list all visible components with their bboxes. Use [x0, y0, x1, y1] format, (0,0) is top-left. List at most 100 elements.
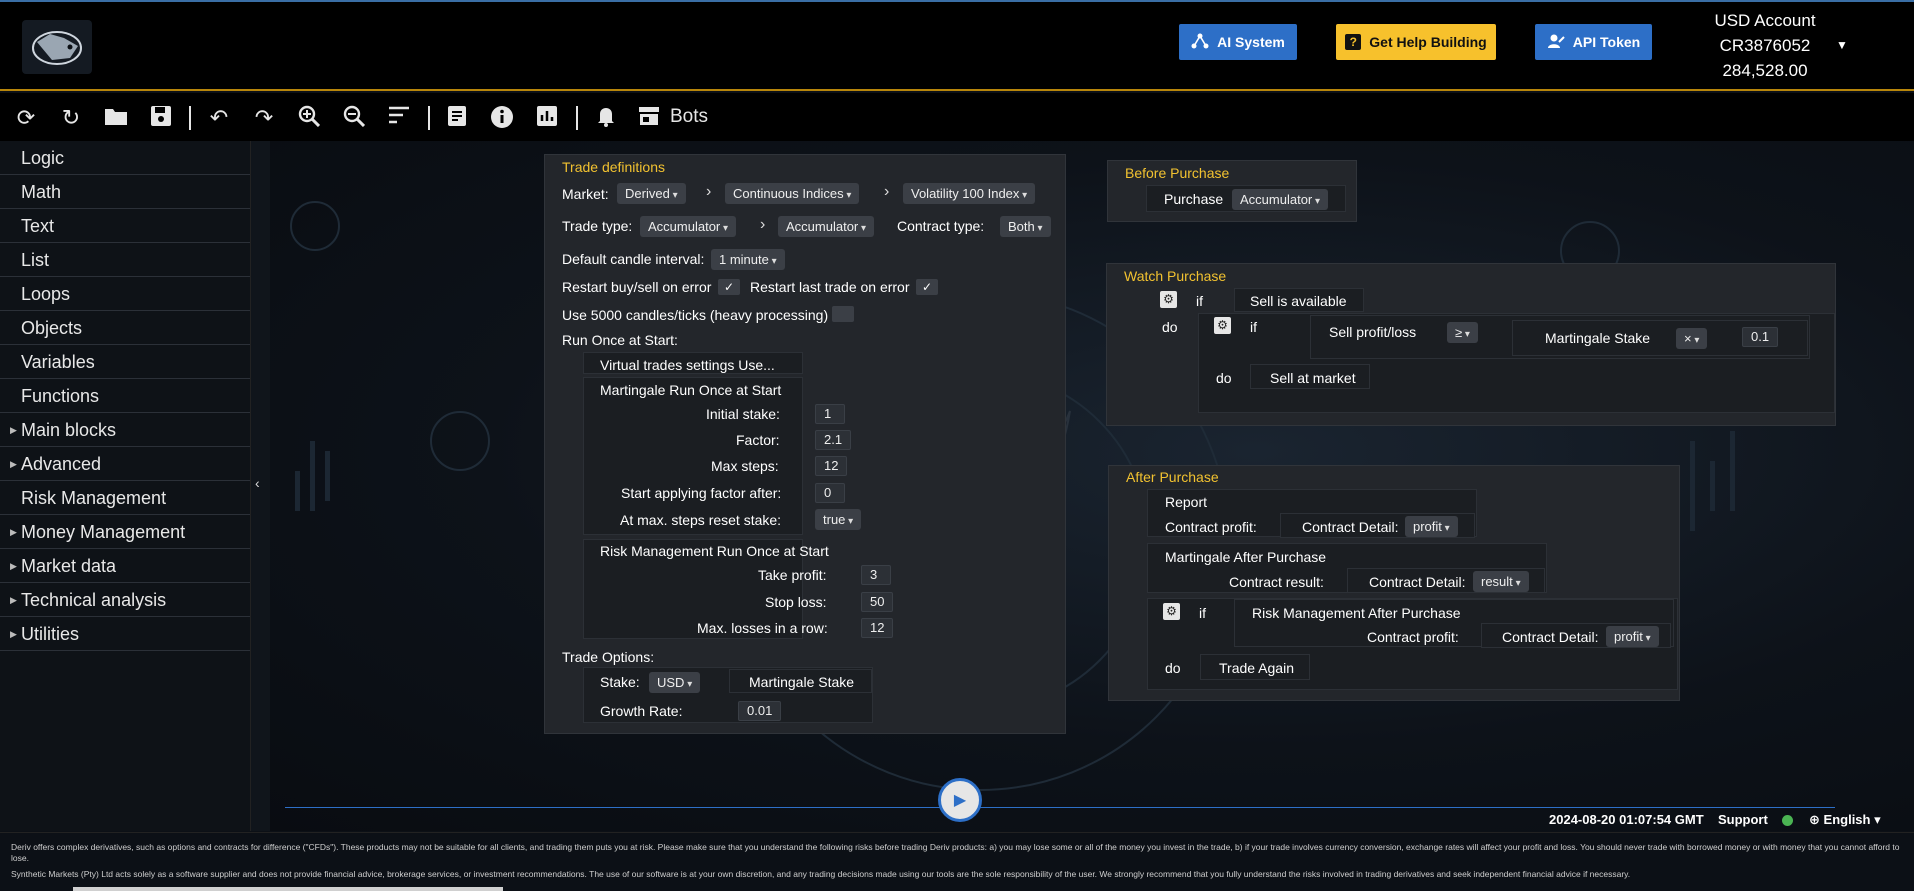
max-losses-input[interactable]: 12 — [861, 618, 894, 638]
after-purchase-title: After Purchase — [1126, 469, 1219, 485]
growth-rate-input[interactable]: 0.01 — [738, 701, 782, 721]
brand-logo[interactable] — [22, 20, 92, 74]
journal-icon[interactable] — [444, 105, 470, 131]
bots-label[interactable]: Bots — [670, 106, 708, 128]
at-max-steps-dropdown[interactable]: true — [815, 509, 862, 530]
trade-type-category-dropdown[interactable]: Accumulator — [640, 216, 737, 237]
save-icon[interactable] — [148, 105, 174, 131]
max-losses-label: Max. losses in a row: — [697, 620, 828, 636]
notification-bell-icon[interactable] — [593, 105, 619, 131]
multiplier-input[interactable]: 0.1 — [1742, 327, 1779, 347]
sidebar-item-utilities[interactable]: ▶ Utilities — [0, 617, 250, 651]
sell-at-market-label: Sell at market — [1270, 370, 1356, 386]
math-operator-dropdown[interactable]: × — [1676, 328, 1708, 349]
redo-icon[interactable]: ↷ — [251, 105, 277, 131]
sidebar-item-advanced[interactable]: ▶ Advanced — [0, 447, 250, 481]
candle-decoration — [1730, 431, 1735, 511]
sidebar-item-label: List — [21, 250, 50, 270]
horizontal-scrollbar[interactable] — [73, 887, 503, 891]
account-info[interactable]: USD Account CR3876052 284,528.00 — [1680, 8, 1850, 83]
dollar-coin-watermark — [290, 201, 340, 251]
reset-icon[interactable]: ⟳ — [13, 105, 39, 131]
network-icon — [1191, 33, 1209, 52]
disclaimer-text-1: Deriv offers complex derivatives, such a… — [11, 842, 1900, 863]
get-help-label: Get Help Building — [1369, 34, 1487, 50]
contract-type-dropdown[interactable]: Both — [1000, 216, 1051, 237]
sidebar-item-logic[interactable]: Logic — [0, 141, 250, 175]
use-5000-candles-checkbox[interactable] — [832, 306, 854, 322]
chevron-right-icon: › — [884, 183, 890, 200]
martingale-after-label: Martingale After Purchase — [1165, 549, 1327, 565]
toolbar-separator — [189, 106, 191, 130]
gear-icon[interactable]: ⚙ — [1160, 291, 1177, 308]
stop-loss-input[interactable]: 50 — [861, 592, 894, 612]
start-applying-input[interactable]: 0 — [815, 483, 845, 503]
contract-result-label: Contract result: — [1229, 574, 1324, 590]
candle-interval-dropdown[interactable]: 1 minute — [711, 249, 785, 270]
contract-result-dropdown[interactable]: result — [1473, 571, 1529, 592]
api-token-button[interactable]: API Token — [1535, 24, 1652, 60]
folder-icon[interactable] — [103, 105, 129, 131]
sidebar-item-loops[interactable]: Loops — [0, 277, 250, 311]
store-icon[interactable] — [636, 105, 662, 131]
run-bot-button[interactable]: ▶ — [938, 778, 982, 822]
sidebar-item-variables[interactable]: Variables — [0, 345, 250, 379]
stake-currency-dropdown[interactable]: USD — [649, 672, 701, 693]
sidebar-item-label: Utilities — [21, 624, 80, 644]
trade-again-label: Trade Again — [1219, 660, 1294, 676]
risk-management-title: Risk Management Run Once at Start — [600, 543, 829, 559]
restart-last-trade-checkbox[interactable]: ✓ — [916, 279, 938, 295]
account-dropdown-icon[interactable]: ▼ — [1836, 38, 1848, 52]
sidebar-item-objects[interactable]: Objects — [0, 311, 250, 345]
take-profit-input[interactable]: 3 — [861, 565, 891, 585]
sidebar-item-math[interactable]: Math — [0, 175, 250, 209]
trade-type-dropdown[interactable]: Accumulator — [778, 216, 875, 237]
gear-icon[interactable]: ⚙ — [1163, 603, 1180, 620]
chart-icon[interactable] — [534, 105, 560, 131]
symbol-dropdown[interactable]: Volatility 100 Index — [903, 183, 1036, 204]
chevron-left-icon: ‹ — [255, 475, 260, 491]
sidebar-item-technical-analysis[interactable]: ▶ Technical analysis — [0, 583, 250, 617]
stake-value: Martingale Stake — [749, 674, 855, 690]
stake-label: Stake: — [600, 674, 640, 690]
run-progress-line — [285, 807, 1835, 808]
sidebar-item-label: Text — [21, 216, 55, 236]
sidebar-item-risk-management[interactable]: Risk Management — [0, 481, 250, 515]
sidebar-item-market-data[interactable]: ▶ Market data — [0, 549, 250, 583]
ai-system-button[interactable]: AI System — [1179, 24, 1297, 60]
factor-input[interactable]: 2.1 — [815, 430, 852, 450]
purchase-type-dropdown[interactable]: Accumulator — [1232, 189, 1329, 210]
gear-icon[interactable]: ⚙ — [1214, 317, 1231, 334]
info-icon[interactable] — [489, 105, 515, 131]
block-category-sidebar: Logic Math Text List Loops Objects Variables Fu… — [0, 141, 250, 831]
contract-profit-detail-dropdown[interactable]: profit — [1606, 626, 1659, 647]
undo-icon[interactable]: ↶ — [206, 105, 232, 131]
sort-blocks-icon[interactable]: ↻ — [58, 105, 84, 131]
sort-icon[interactable] — [386, 105, 412, 131]
restart-buy-sell-checkbox[interactable]: ✓ — [718, 279, 740, 295]
sidebar-item-functions[interactable]: Functions — [0, 379, 250, 413]
zoom-in-icon[interactable] — [296, 105, 322, 131]
language-selector[interactable]: ⊕ English ▾ — [1809, 812, 1881, 828]
submarket-dropdown[interactable]: Continuous Indices — [725, 183, 860, 204]
max-steps-input[interactable]: 12 — [815, 456, 848, 476]
sidebar-item-money-management[interactable]: ▶ Money Management — [0, 515, 250, 549]
candle-decoration — [1690, 441, 1695, 531]
operator-dropdown[interactable]: ≥ — [1447, 322, 1478, 343]
get-help-button[interactable]: ? Get Help Building — [1336, 24, 1496, 60]
initial-stake-input[interactable]: 1 — [815, 404, 845, 424]
sidebar-item-text[interactable]: Text — [0, 209, 250, 243]
sidebar-collapse-handle[interactable]: ‹ — [250, 141, 270, 831]
contract-detail-dropdown[interactable]: profit — [1405, 516, 1458, 537]
toolbar-separator — [428, 106, 430, 130]
sidebar-item-main-blocks[interactable]: ▶ Main blocks — [0, 413, 250, 447]
support-link[interactable]: Support — [1718, 812, 1768, 827]
watch-purchase-title: Watch Purchase — [1124, 268, 1227, 284]
zoom-out-icon[interactable] — [341, 105, 367, 131]
market-dropdown[interactable]: Derived — [617, 183, 686, 204]
language-label: English — [1823, 812, 1871, 827]
if-label: if — [1199, 605, 1206, 621]
growth-rate-label: Growth Rate: — [600, 703, 683, 719]
expand-triangle-icon: ▶ — [10, 561, 17, 571]
sidebar-item-list[interactable]: List — [0, 243, 250, 277]
